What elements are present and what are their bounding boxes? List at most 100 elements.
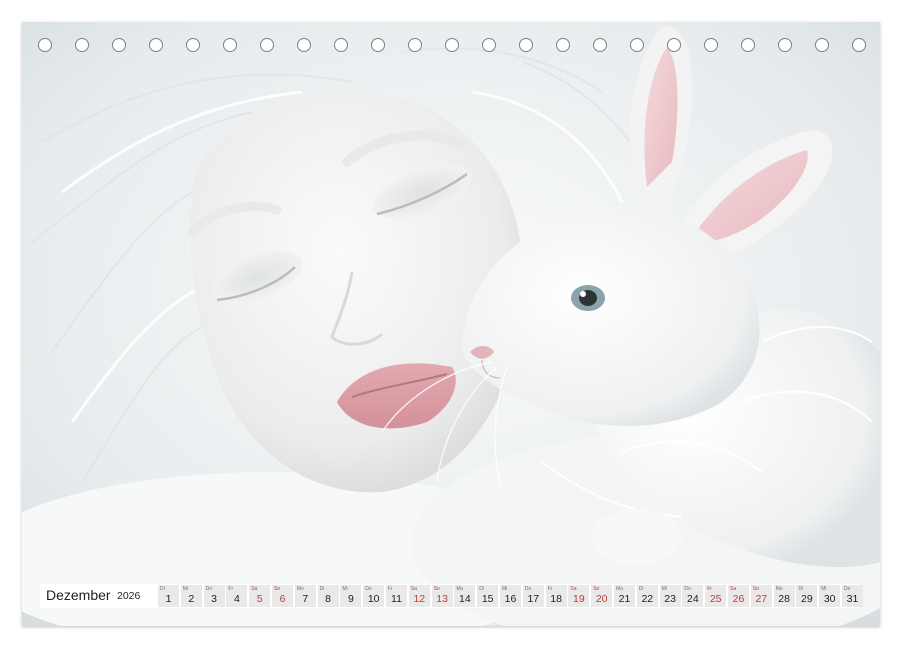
day-cell: Fr 25 [705,585,727,607]
day-number: 4 [233,593,240,605]
day-number: 20 [595,593,608,605]
day-cell: Sa 12 [408,585,430,607]
binding-hole [593,38,607,52]
day-weekday: Sa [730,586,737,592]
day-weekday: Mi [661,586,667,592]
day-weekday: Mi [821,586,827,592]
binding-hole [704,38,718,52]
day-number: 16 [504,593,517,605]
day-cell: Di 22 [636,585,658,607]
binding-hole [75,38,89,52]
day-weekday: Fr [707,586,712,592]
day-number: 18 [550,593,562,605]
day-weekday: Di [479,586,484,592]
day-cell: Di 1 [158,585,179,607]
binding-hole [556,38,570,52]
day-weekday: Sa [251,586,258,592]
binding-hole [445,38,459,52]
day-number: 6 [279,593,286,605]
binding-hole [667,38,681,52]
day-number: 1 [165,593,172,605]
day-weekday: Sa [410,586,417,592]
day-cell: Fr 4 [226,585,248,607]
day-number: 27 [755,593,768,605]
binding-hole [334,38,348,52]
day-weekday: Mi [502,586,508,592]
day-weekday: Fr [388,586,393,592]
day-cell: Sa 5 [249,585,271,607]
day-number: 3 [211,593,218,605]
binding-hole [371,38,385,52]
day-weekday: So [433,586,440,592]
binding-hole [630,38,644,52]
binding-hole [815,38,829,52]
photo-woman-with-white-rabbit [22,22,880,626]
day-number: 13 [436,593,448,605]
day-cell: Mo 28 [773,585,795,607]
calendar-page: Dezember 2026 Di 1 Mi 2 Do 3 Fr 4 Sa 5 So 6 Mo 7 Di 8 Mi… [22,22,880,626]
day-cell: Mo 14 [454,585,476,607]
day-number: 23 [664,593,676,605]
binding-hole [741,38,755,52]
day-cell: Mi 30 [819,585,841,607]
day-number: 19 [573,593,585,605]
day-cell: Sa 26 [728,585,749,607]
day-cell: Mi 9 [340,585,362,607]
day-cell: Mi 2 [180,585,202,607]
binding-hole [778,38,792,52]
day-weekday: So [274,586,281,592]
day-cell: Do 24 [682,585,704,607]
day-number: 24 [687,593,699,605]
day-number: 26 [732,593,745,605]
day-weekday: Do [205,586,212,592]
day-weekday: So [752,586,759,592]
year-label: 2026 [117,590,141,602]
day-number: 28 [778,593,790,605]
day-number: 31 [846,593,859,605]
day-number: 25 [709,593,722,605]
calendar-strip: Dezember 2026 Di 1 Mi 2 Do 3 Fr 4 Sa 5 So 6 Mo 7 Di 8 Mi… [40,584,863,608]
day-number: 5 [256,593,263,605]
day-weekday: Do [684,586,691,592]
day-weekday: Mo [456,586,464,592]
day-number: 30 [823,593,836,605]
day-cell: Mi 16 [500,585,521,607]
binding-hole [223,38,237,52]
day-cell: Fr 11 [386,585,407,607]
month-label: Dezember [46,587,111,603]
day-weekday: Do [844,586,851,592]
day-weekday: So [593,586,600,592]
binding-hole [112,38,126,52]
day-cell: Di 15 [477,585,499,607]
day-weekday: Mo [616,586,623,592]
binding-hole [38,38,52,52]
day-cell: So 27 [750,585,772,607]
day-weekday: Di [160,586,165,592]
day-number: 8 [325,593,332,605]
day-cell: So 20 [591,585,613,607]
day-cell: So 6 [272,585,293,607]
day-number: 11 [391,593,402,605]
day-cell: Do 31 [842,585,863,607]
binding-hole [482,38,496,52]
binding-hole [186,38,200,52]
day-weekday: Sa [570,586,577,592]
day-weekday: Di [319,586,325,592]
binding-hole [852,38,866,52]
day-number: 14 [459,593,471,605]
day-weekday: Di [638,586,644,592]
day-weekday: Mo [775,586,783,592]
day-number: 21 [618,593,631,605]
binding-hole [408,38,422,52]
day-weekday: Fr [228,586,234,592]
day-number: 22 [641,593,654,605]
day-number: 29 [801,593,813,605]
day-number: 2 [188,593,195,605]
day-cell: Do 10 [363,585,385,607]
binding-hole [260,38,274,52]
binding-hole [519,38,533,52]
day-cell: Di 8 [317,585,339,607]
day-number: 17 [527,593,540,605]
binding-holes [22,38,880,58]
day-weekday: Mo [296,586,304,592]
